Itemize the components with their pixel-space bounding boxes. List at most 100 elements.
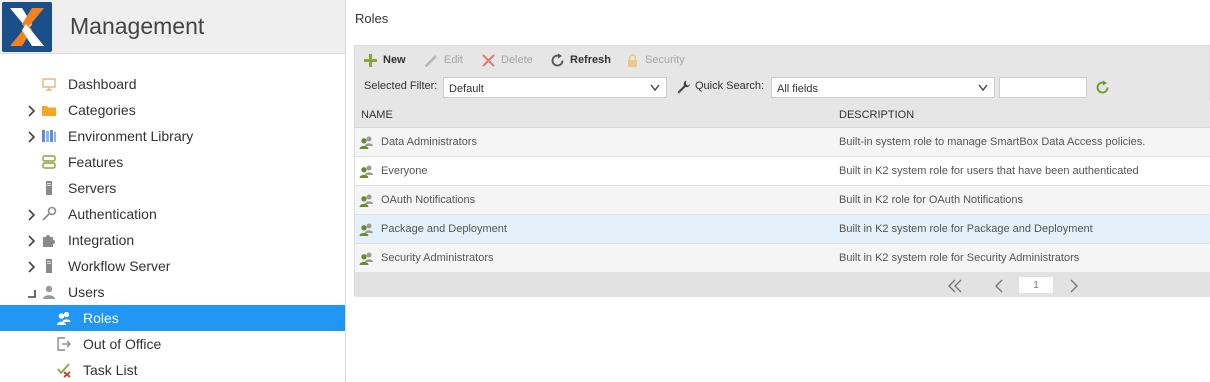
role-description: Built in K2 system role for Security Adm… xyxy=(839,252,1080,264)
search-refresh-icon[interactable] xyxy=(1095,80,1110,95)
delete-x-icon xyxy=(481,53,496,68)
selected-filter-label: Selected Filter: xyxy=(364,80,438,92)
role-icon xyxy=(359,135,374,150)
table-row[interactable]: OAuth Notifications Built in K2 role for… xyxy=(355,186,1210,215)
out-of-office-icon xyxy=(56,336,72,352)
filter-bar: Selected Filter: Default Quick Search: A… xyxy=(355,73,1210,101)
sidebar-item-label: Task List xyxy=(83,362,138,378)
page-title: Roles xyxy=(355,11,389,26)
sidebar-item-users[interactable]: Users xyxy=(0,279,345,305)
table-row[interactable]: Data Administrators Built-in system role… xyxy=(355,128,1210,157)
lock-icon xyxy=(625,53,640,68)
sidebar-item-label: Roles xyxy=(83,310,119,326)
toolbar: New Edit Delete Refresh Security xyxy=(355,46,1210,73)
library-icon xyxy=(41,128,57,144)
role-description: Built in K2 system role for users that h… xyxy=(839,165,1139,177)
sidebar-item-label: Dashboard xyxy=(68,76,137,92)
first-page-icon[interactable] xyxy=(947,279,963,293)
sidebar-item-label: Categories xyxy=(68,102,136,118)
next-page-icon[interactable] xyxy=(1066,279,1082,293)
selected-filter-dropdown[interactable]: Default xyxy=(443,77,667,98)
puzzle-icon xyxy=(41,232,57,248)
edit-button[interactable]: Edit xyxy=(424,52,463,68)
chevron-right-icon[interactable] xyxy=(27,130,37,143)
chevron-right-icon[interactable] xyxy=(27,260,37,273)
chevron-right-icon[interactable] xyxy=(27,234,37,247)
sidebar-item-label: Integration xyxy=(68,232,135,248)
sidebar-item-label: Workflow Server xyxy=(68,258,171,274)
nav-tree: Dashboard Categories Environment Library… xyxy=(0,71,345,382)
plus-icon xyxy=(363,53,378,68)
sidebar-item-features[interactable]: Features xyxy=(0,149,345,175)
security-label: Security xyxy=(645,54,685,66)
refresh-icon xyxy=(550,53,565,68)
sidebar-item-label: Out of Office xyxy=(83,336,162,352)
sidebar-item-out-of-office[interactable]: Out of Office xyxy=(0,331,345,357)
sidebar-item-roles[interactable]: Roles xyxy=(0,305,345,331)
chevron-down-icon xyxy=(650,83,660,92)
security-button[interactable]: Security xyxy=(625,52,685,68)
sidebar-item-label: Authentication xyxy=(68,206,157,222)
table-body: Data Administrators Built-in system role… xyxy=(355,128,1210,273)
column-header-description[interactable]: DESCRIPTION xyxy=(839,109,914,121)
role-name: Everyone xyxy=(381,165,428,177)
key-icon xyxy=(41,206,57,222)
server-icon xyxy=(41,180,57,196)
pager: 1 xyxy=(355,273,1210,297)
sidebar-item-label: Users xyxy=(68,284,105,300)
role-name: OAuth Notifications xyxy=(381,194,476,206)
sidebar-item-categories[interactable]: Categories xyxy=(0,97,345,123)
quick-search-field-dropdown[interactable]: All fields xyxy=(771,77,995,98)
quick-search-field-value: All fields xyxy=(777,83,818,95)
folder-icon xyxy=(41,102,57,118)
roles-grid: New Edit Delete Refresh Security Selecte… xyxy=(354,45,1210,297)
table-row[interactable]: Package and Deployment Built in K2 syste… xyxy=(355,215,1210,244)
features-icon xyxy=(41,154,57,170)
task-list-icon xyxy=(56,362,72,378)
user-icon xyxy=(41,284,57,300)
chevron-right-icon[interactable] xyxy=(27,208,37,221)
new-button[interactable]: New xyxy=(363,52,406,68)
wrench-icon xyxy=(676,79,691,94)
new-label: New xyxy=(383,54,406,66)
collapse-icon[interactable] xyxy=(27,286,37,298)
k2-logo-icon[interactable] xyxy=(2,1,52,52)
app-title: Management xyxy=(70,13,205,39)
role-description: Built-in system role to manage SmartBox … xyxy=(839,136,1146,148)
main-panel: Roles New Edit Delete Refresh Security S… xyxy=(346,0,1210,382)
role-name: Data Administrators xyxy=(381,136,477,148)
sidebar-item-task-list[interactable]: Task List xyxy=(0,357,345,382)
previous-page-icon[interactable] xyxy=(992,279,1008,293)
role-description: Built in K2 role for OAuth Notifications xyxy=(839,194,1024,206)
delete-button[interactable]: Delete xyxy=(481,52,533,68)
server-icon xyxy=(41,258,57,274)
role-icon xyxy=(359,193,374,208)
edit-label: Edit xyxy=(444,54,463,66)
refresh-button[interactable]: Refresh xyxy=(550,52,611,68)
column-header-name[interactable]: NAME xyxy=(361,109,393,121)
quick-search-input[interactable] xyxy=(999,77,1087,98)
table-header: NAME DESCRIPTION xyxy=(355,101,1210,128)
table-row[interactable]: Everyone Built in K2 system role for use… xyxy=(355,157,1210,186)
sidebar-item-label: Features xyxy=(68,154,124,170)
sidebar-item-label: Servers xyxy=(68,180,117,196)
role-name: Security Administrators xyxy=(381,252,494,264)
chevron-down-icon xyxy=(978,83,988,92)
refresh-label: Refresh xyxy=(570,54,611,66)
role-name: Package and Deployment xyxy=(381,223,507,235)
sidebar-item-integration[interactable]: Integration xyxy=(0,227,345,253)
sidebar-item-dashboard[interactable]: Dashboard xyxy=(0,71,345,97)
delete-label: Delete xyxy=(501,54,533,66)
sidebar-item-workflow-server[interactable]: Workflow Server xyxy=(0,253,345,279)
table-row[interactable]: Security Administrators Built in K2 syst… xyxy=(355,244,1210,273)
chevron-right-icon[interactable] xyxy=(27,104,37,117)
page-number[interactable]: 1 xyxy=(1018,276,1054,294)
dashboard-icon xyxy=(41,76,57,92)
sidebar-item-authentication[interactable]: Authentication xyxy=(0,201,345,227)
sidebar-item-servers[interactable]: Servers xyxy=(0,175,345,201)
quick-search-label: Quick Search: xyxy=(695,80,765,92)
sidebar-item-environment-library[interactable]: Environment Library xyxy=(0,123,345,149)
role-icon xyxy=(359,251,374,266)
sidebar-item-label: Environment Library xyxy=(68,128,194,144)
role-description: Built in K2 system role for Package and … xyxy=(839,223,1093,235)
